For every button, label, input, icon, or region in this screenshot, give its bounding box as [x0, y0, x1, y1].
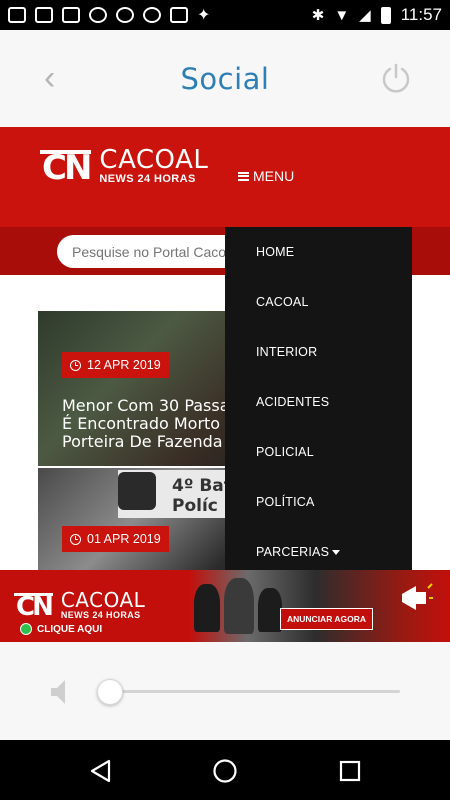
- menu-item-label: HOME: [256, 245, 295, 259]
- menu-item-home[interactable]: HOME: [225, 227, 412, 277]
- facebook-icon: [62, 7, 80, 23]
- ad-logo-mark: CN: [14, 591, 54, 622]
- bluetooth-icon: ✱: [311, 7, 325, 24]
- wifi-icon: ▼: [334, 6, 350, 24]
- date-tag: 01 APR 2019: [62, 526, 169, 552]
- back-nav-icon[interactable]: [88, 758, 114, 784]
- menu-item-cacoal[interactable]: CACOAL: [225, 277, 412, 327]
- volume-icon[interactable]: [49, 677, 69, 707]
- menu-label: MENU: [253, 168, 295, 184]
- volume-slider-thumb[interactable]: [97, 679, 123, 705]
- ad-logo-name: CACOAL: [60, 588, 146, 612]
- notification-icons: ✦: [8, 5, 210, 25]
- signal-icon: ◢: [359, 7, 371, 24]
- police-badge-icon: [118, 472, 156, 510]
- battery-icon: [380, 6, 391, 24]
- menu-item-politica[interactable]: POLÍTICA: [225, 477, 412, 527]
- power-icon[interactable]: [380, 62, 412, 94]
- caret-down-icon: [332, 549, 341, 555]
- ad-logo-tagline: NEWS 24 HORAS: [60, 610, 141, 620]
- page-title: Social: [180, 61, 270, 96]
- gmail-icon: [170, 7, 188, 23]
- article-date: 12 APR 2019: [87, 358, 161, 372]
- home-nav-icon[interactable]: [212, 758, 238, 784]
- instagram-icon: [143, 7, 161, 23]
- system-nav-bar: [0, 740, 450, 800]
- logo-name: CACOAL: [99, 145, 209, 175]
- butterfly-icon: ✦: [197, 7, 211, 24]
- site-header: CN CACOAL NEWS 24 HORAS MENU: [0, 127, 450, 227]
- clock-icon: [70, 533, 81, 545]
- ad-logo: CN CACOAL NEWS 24 HORAS: [14, 590, 145, 620]
- menu-item-acidentes[interactable]: ACIDENTES: [225, 377, 412, 427]
- message-icon: [35, 7, 53, 23]
- menu-item-label: INTERIOR: [256, 345, 318, 359]
- whatsapp-label: CLIQUE AQUI: [37, 623, 103, 635]
- ad-whatsapp-link[interactable]: CLIQUE AQUI: [20, 623, 102, 635]
- instagram-icon: [116, 7, 134, 23]
- microphones-icon: [190, 576, 290, 640]
- date-tag: 12 APR 2019: [62, 352, 169, 378]
- dropdown-menu: HOME CACOAL INTERIOR ACIDENTES POLICIAL …: [225, 227, 412, 570]
- menu-item-policial[interactable]: POLICIAL: [225, 427, 412, 477]
- logo-tagline: NEWS 24 HORAS: [99, 173, 196, 185]
- app-header: ‹ Social: [0, 30, 450, 127]
- menu-item-interior[interactable]: INTERIOR: [225, 327, 412, 377]
- status-bar: ✦ ✱ ▼ ◢ 11:57: [0, 0, 450, 30]
- menu-item-label: CACOAL: [256, 295, 309, 309]
- menu-item-label: ACIDENTES: [256, 395, 330, 409]
- whatsapp-icon: [20, 623, 32, 635]
- clock-icon: [70, 359, 81, 371]
- site-logo[interactable]: CN CACOAL NEWS 24 HORAS: [40, 147, 208, 185]
- ad-banner[interactable]: CN CACOAL NEWS 24 HORAS CLIQUE AQUI ANUN…: [0, 570, 450, 642]
- ad-logo-text: CACOAL NEWS 24 HORAS: [61, 590, 145, 620]
- menu-item-label: POLÍTICA: [256, 495, 315, 509]
- hamburger-icon: [238, 171, 249, 181]
- article-title[interactable]: Menor Com 30 Passa É Encontrado Morto Po…: [62, 397, 230, 451]
- status-time: 11:57: [400, 5, 442, 24]
- mail-icon: [8, 7, 26, 23]
- chevron-left-icon[interactable]: ‹: [44, 61, 68, 95]
- menu-item-label: POLICIAL: [256, 445, 314, 459]
- b-icon: [89, 7, 107, 23]
- recents-nav-icon[interactable]: [337, 758, 363, 784]
- audio-player: [0, 642, 450, 740]
- logo-text: CACOAL NEWS 24 HORAS: [99, 147, 208, 185]
- menu-item-label: PARCERIAS: [256, 545, 330, 559]
- system-icons: ✱ ▼ ◢ 11:57: [312, 5, 442, 25]
- ad-cta-button[interactable]: ANUNCIAR AGORA: [280, 608, 374, 630]
- volume-slider-track[interactable]: [110, 690, 400, 693]
- article-date: 01 APR 2019: [87, 532, 161, 546]
- megaphone-icon: [402, 583, 433, 610]
- menu-toggle-button[interactable]: MENU: [238, 168, 294, 184]
- logo-mark: CN: [40, 148, 92, 188]
